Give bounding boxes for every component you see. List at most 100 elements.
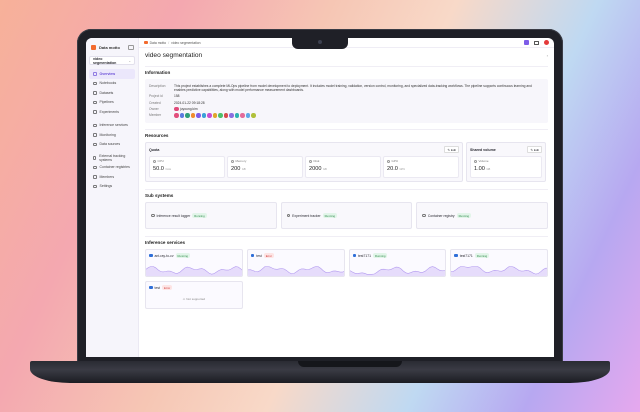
sidebar-item-pipelines[interactable]: Pipelines [89, 98, 135, 108]
service-icon [352, 253, 356, 258]
sidebar-item-notebooks[interactable]: Notebooks [89, 79, 135, 89]
info-key: Description [149, 84, 166, 89]
member-avatar[interactable] [179, 113, 184, 118]
nav-item-icon [93, 142, 97, 146]
sidebar-item-label: Settings [99, 184, 113, 189]
inference-card[interactable]: test7171 Running [348, 249, 447, 278]
sidebar-toggle-icon[interactable] [128, 45, 134, 50]
breadcrumb-root[interactable]: Data motto [150, 41, 167, 45]
owner-name: juyoung.kim [180, 107, 198, 111]
sparkline-area [247, 266, 344, 277]
sidebar-item-inference-services[interactable]: Inference services [89, 121, 135, 131]
stat-number: 20.0 [387, 165, 398, 172]
sidebar-item-settings[interactable]: Settings [89, 182, 135, 192]
stat-memory: Memory 200 GB [227, 156, 303, 179]
inference-header: ant-ray-to-cv Running [149, 253, 239, 259]
breadcrumb-logo-icon [144, 40, 148, 45]
member-avatar[interactable] [229, 113, 234, 118]
usage-sparkline [146, 266, 242, 277]
member-avatar[interactable] [240, 113, 245, 118]
sidebar-item-overview[interactable]: Overview [89, 69, 135, 79]
information-title: Information [145, 66, 548, 75]
member-avatar[interactable] [196, 113, 201, 118]
service-icon [149, 253, 153, 258]
stat-unit: GB [323, 167, 327, 171]
member-avatar[interactable] [201, 113, 206, 118]
member-avatar[interactable] [212, 113, 217, 118]
shared-volume-edit-button[interactable]: ✎ Edit [527, 146, 542, 154]
member-avatar[interactable] [234, 113, 239, 118]
inference-card[interactable]: ant-ray-to-cv Running [145, 249, 243, 278]
nav-item-icon [93, 133, 97, 137]
sidebar-item-experiments[interactable]: Experiments [89, 107, 135, 117]
notification-icon[interactable] [523, 40, 529, 45]
stat-number: 2000 [309, 165, 322, 172]
sidebar-item-data-sources[interactable]: Data sources [89, 140, 135, 150]
camera-icon [318, 40, 322, 44]
shared-edit-label: Edit [533, 147, 539, 152]
chevron-right-icon[interactable]: › [547, 53, 548, 58]
project-selector-label: video segmentation [93, 56, 117, 65]
shared-volume-header: Shared volume ✎ Edit [470, 146, 542, 154]
shared-volume-card: Shared volume ✎ Edit Volume 1.00 GB [466, 142, 546, 183]
stat-label-text: Disk [313, 159, 320, 164]
inference-card[interactable]: test7171 Running [450, 249, 548, 278]
sidebar-item-container-registries[interactable]: Container registries [89, 163, 135, 173]
member-avatar[interactable] [174, 113, 179, 118]
inference-card[interactable]: test Error [246, 249, 345, 278]
sidebar-item-members[interactable]: Members [89, 172, 135, 182]
memory-icon [231, 159, 234, 163]
service-name: ant-ray-to-cv [154, 253, 174, 258]
member-avatar[interactable] [251, 113, 256, 118]
member-avatar[interactable] [223, 113, 228, 118]
service-icon [454, 253, 458, 258]
sidebar: Data motto video segmentation ⌄ Overview… [86, 38, 139, 357]
sidebar-item-monitoring[interactable]: Monitoring [89, 130, 135, 140]
subsystem-icon [286, 213, 291, 218]
stat-unit: GB [486, 167, 491, 171]
member-avatar[interactable] [245, 113, 250, 118]
sidebar-item-external-tracking-systems[interactable]: External tracking systems [89, 153, 135, 163]
usage-sparkline [349, 266, 446, 277]
member-avatar[interactable] [185, 113, 190, 118]
nav-item-icon [93, 175, 97, 179]
breadcrumb-current[interactable]: video segmentation [171, 41, 200, 45]
info-key: Created [149, 100, 161, 105]
stat-label: Disk [309, 159, 377, 163]
subsystem-card[interactable]: Experiment tracker Running [280, 202, 413, 230]
inference-card[interactable]: test Error ⚠ Not supported [145, 281, 243, 310]
usage-sparkline [451, 266, 548, 277]
inference-header: test Error [149, 285, 239, 291]
stat-number: 50.0 [153, 165, 164, 172]
sidebar-item-datasets[interactable]: Datasets [89, 88, 135, 98]
inference-title: Inference services [145, 236, 548, 245]
member-avatar[interactable] [218, 113, 223, 118]
stat-disk: Disk 2000 GB [305, 156, 381, 179]
project-selector[interactable]: video segmentation ⌄ [89, 56, 135, 65]
service-name: test [256, 253, 262, 258]
subsystem-card[interactable]: Inference result logger Running [145, 202, 277, 230]
subsystem-card[interactable]: Container registry Running [416, 202, 549, 230]
user-avatar[interactable] [543, 39, 549, 46]
member-avatar[interactable] [207, 113, 212, 118]
quota-header: Quota ✎ Edit [149, 146, 459, 154]
topbar-actions [523, 39, 549, 46]
stat-label: Volume [474, 159, 538, 163]
sidebar-item-label: Data sources [99, 142, 121, 147]
inference-header: test7171 Running [454, 253, 544, 259]
info-key: Member [149, 113, 162, 118]
owner-avatar [174, 106, 179, 112]
status-badge: Running [373, 253, 388, 259]
shared-volume-title: Shared volume [470, 147, 496, 152]
member-avatar[interactable] [190, 113, 195, 118]
breadcrumb-separator: / [168, 40, 170, 45]
nav-item-icon [93, 100, 97, 104]
status-badge: Running [456, 213, 472, 219]
project-id-value: 158 [174, 94, 180, 99]
status-badge: Running [474, 253, 490, 259]
sidebar-item-label: Datasets [99, 90, 114, 95]
subsystems-title: Sub systems [145, 189, 548, 198]
docs-icon[interactable] [533, 40, 539, 45]
sidebar-item-label: Notebooks [99, 81, 117, 86]
quota-edit-button[interactable]: ✎ Edit [444, 146, 459, 154]
